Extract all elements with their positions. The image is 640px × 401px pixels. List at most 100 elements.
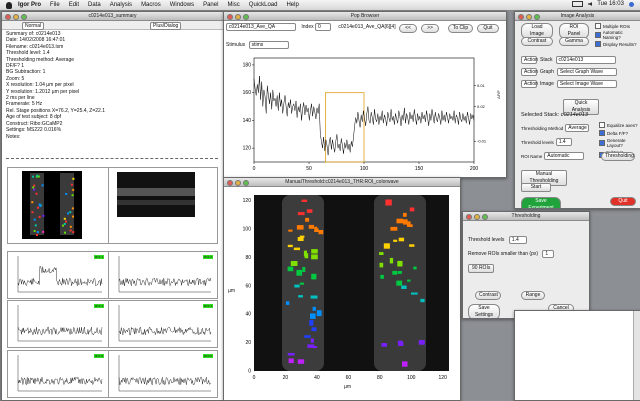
image-select[interactable]: Select Image Wave (556, 80, 617, 88)
trace-chart: 120 140 160 180 0 50 100 150 200 0.01 0.02 -0.01 (243, 57, 487, 172)
index-input[interactable]: 0 (315, 23, 332, 31)
roi-blob (311, 249, 318, 254)
equalize-axes-label: Equalize axes? (607, 122, 638, 128)
thumbnail-roi (32, 175, 35, 178)
thresholding-button[interactable]: Thresholding (601, 152, 635, 161)
contrast-button[interactable]: Contrast (475, 291, 501, 300)
menu-igor-pro[interactable]: Igor Pro (18, 2, 41, 8)
stimulus-select[interactable]: stims (248, 41, 289, 49)
minimize-icon[interactable] (235, 179, 241, 186)
close-icon[interactable] (227, 179, 233, 186)
menu-panel[interactable]: Panel (203, 2, 218, 8)
volume-icon[interactable] (588, 2, 593, 6)
thumbnail-roi (63, 223, 66, 225)
roi-trace-svg (17, 256, 103, 293)
y-tick-label: 40 (245, 312, 251, 318)
zoom-icon[interactable] (534, 13, 540, 20)
graph-action-select[interactable]: Action (521, 68, 538, 76)
spotlight-icon[interactable] (629, 1, 634, 7)
minimize-icon[interactable] (526, 13, 532, 20)
image-action-select[interactable]: Action (521, 80, 538, 88)
generate-layout-checkbox[interactable]: Generate Layout? (599, 138, 640, 148)
stack-select[interactable]: c0214e013 (555, 56, 616, 64)
threshold-levels-input[interactable]: 1.4 (555, 138, 572, 146)
menu-file[interactable]: File (50, 2, 60, 8)
save-settings-button[interactable]: Save Settings (468, 304, 500, 318)
minimize-icon[interactable] (235, 13, 241, 20)
roi-blob (407, 279, 411, 282)
threshold-levels-label: Threshold levels (521, 139, 554, 145)
save-experiment-button[interactable]: Save Experiment (521, 197, 561, 208)
roi-blob (402, 361, 408, 367)
threshold-level-input[interactable]: 1.4 (508, 236, 527, 244)
to-clip-button[interactable]: To Clip (448, 24, 473, 33)
close-icon[interactable] (227, 13, 233, 20)
menu-misc[interactable]: Misc (227, 2, 239, 8)
next-button[interactable]: >> (421, 24, 439, 33)
zoom-icon[interactable] (482, 213, 488, 220)
quit-button[interactable]: Quit (477, 24, 499, 33)
display-results-checkbox[interactable]: Display Results? (595, 41, 640, 47)
menu-data[interactable]: Data (88, 2, 101, 8)
threshold-title-bar[interactable]: ManualThreshold:c0214e013_THR:ROI_colorw… (224, 178, 460, 187)
image-analysis-title-bar[interactable]: Image Analysis (515, 12, 640, 21)
quit-analysis-button[interactable]: Quit (610, 197, 636, 206)
raw-thumbnail (108, 167, 218, 244)
battery-icon[interactable] (572, 1, 584, 7)
summary-divider (6, 158, 218, 159)
multiple-rois-label: Multiple ROIs (603, 23, 631, 29)
roi-count-button[interactable]: 90 ROIs (468, 264, 495, 273)
roi-blob (287, 244, 293, 248)
minimize-icon[interactable] (13, 13, 19, 20)
pop-browser-title-bar[interactable]: Pop Browser (224, 12, 506, 21)
menu-help[interactable]: Help (286, 2, 298, 8)
wave-select[interactable]: c0214e013_Ave_QA (226, 23, 296, 31)
thumbnail-roi (37, 206, 39, 209)
zoom-icon[interactable] (243, 13, 249, 20)
gamma-button[interactable]: Gamma (559, 37, 589, 46)
threshold-level-row: Threshold levels 1.4 (468, 236, 527, 244)
method-select[interactable]: Average (565, 124, 590, 132)
range-button[interactable]: Range (521, 291, 545, 300)
close-icon[interactable] (466, 213, 472, 220)
roi-blob (393, 239, 398, 242)
menu-macros[interactable]: Macros (141, 2, 161, 8)
close-icon[interactable] (5, 13, 11, 20)
graph-select[interactable]: Select Graph Wave (556, 68, 617, 76)
automatic-naming-checkbox[interactable]: Automatic Naming? (595, 30, 640, 40)
apple-icon[interactable] (6, 1, 12, 9)
menu-windows[interactable]: Windows (170, 2, 194, 8)
stimulus-label: Stimulus (226, 42, 246, 48)
summary-title-bar[interactable]: c0214e013_summary (2, 12, 223, 21)
selected-stack-value: c0214e013 (560, 112, 588, 118)
dialog-select[interactable]: Plus/Dialog (150, 22, 182, 30)
roi-blob (318, 230, 324, 235)
stack-action-select[interactable]: Action (521, 56, 538, 64)
prev-button[interactable]: << (399, 24, 417, 33)
roi-blob (309, 319, 314, 326)
remove-roi-row: Remove ROIs smaller than (px) 1 (468, 250, 555, 258)
contrast-button[interactable]: Contrast (521, 37, 553, 46)
notebook-scrollbar[interactable] (633, 311, 640, 400)
zoom-icon[interactable] (243, 179, 249, 186)
close-icon[interactable] (518, 13, 524, 20)
roi-blob (288, 358, 294, 364)
dff-axis-label: ΔF/F (495, 90, 501, 99)
zoom-icon[interactable] (21, 13, 27, 20)
menu-quickload[interactable]: QuickLoad (249, 2, 278, 8)
remove-roi-input[interactable]: 1 (542, 250, 555, 258)
roi-name-select[interactable]: Automatic (544, 152, 585, 160)
right-tick-label: 0.02 (477, 104, 486, 109)
delta-ff-checkbox[interactable]: Delta F/F? (599, 130, 640, 136)
menu-edit[interactable]: Edit (69, 2, 79, 8)
start-button[interactable]: Start (521, 183, 551, 192)
equalize-axes-checkbox[interactable]: Equalize axes? (599, 122, 640, 128)
thresholding-title-bar[interactable]: Thresholding (463, 212, 589, 221)
multiple-rois-checkbox[interactable]: Multiple ROIs (595, 23, 640, 29)
minimize-icon[interactable] (474, 213, 480, 220)
thumbnail-roi (36, 174, 39, 177)
roi-blob (293, 247, 300, 251)
clock[interactable]: Tue 16:03 (597, 1, 624, 7)
menu-analysis[interactable]: Analysis (110, 2, 132, 8)
style-select[interactable]: Normal (22, 22, 45, 30)
